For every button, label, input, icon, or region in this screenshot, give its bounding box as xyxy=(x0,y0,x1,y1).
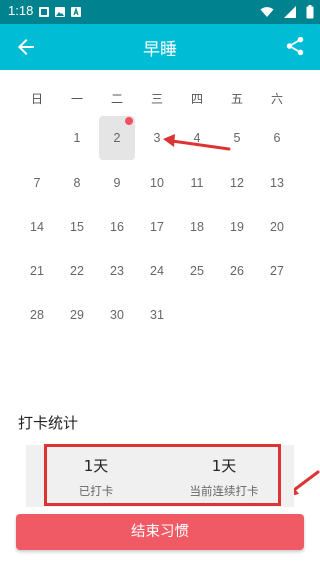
page-title: 早睡 xyxy=(143,40,177,60)
calendar-day-17[interactable]: 17 xyxy=(139,205,175,249)
text-a-icon xyxy=(71,7,81,17)
share-icon[interactable] xyxy=(284,35,306,57)
weekday-label-thu: 四 xyxy=(190,92,203,106)
weekday-label-tue: 二 xyxy=(110,92,123,106)
calendar-day-23[interactable]: 23 xyxy=(99,249,135,293)
calendar-day-11[interactable]: 11 xyxy=(179,161,215,205)
image-icon xyxy=(55,7,65,17)
calendar-day-2[interactable]: 2 xyxy=(99,116,135,160)
annotation-highlight-frame xyxy=(44,444,281,506)
calendar-day-12[interactable]: 12 xyxy=(219,161,255,205)
calendar-day-9[interactable]: 9 xyxy=(99,161,135,205)
calendar-day-10[interactable]: 10 xyxy=(139,161,175,205)
calendar-day-3[interactable]: 3 xyxy=(139,116,175,160)
weekday-label-mon: 一 xyxy=(70,92,83,106)
calendar-day-26[interactable]: 26 xyxy=(219,249,255,293)
calendar-day-15[interactable]: 15 xyxy=(59,205,95,249)
signal-icon xyxy=(283,6,296,18)
calendar-day-29[interactable]: 29 xyxy=(59,293,95,337)
end-habit-button[interactable]: 结束习惯 xyxy=(16,514,304,550)
calendar-day-31[interactable]: 31 xyxy=(139,293,175,337)
calendar-day-7[interactable]: 7 xyxy=(19,161,55,205)
wifi-icon xyxy=(260,7,274,17)
weekday-label-fri: 五 xyxy=(230,92,243,106)
weekday-label-wed: 三 xyxy=(150,92,163,106)
calendar-day-28[interactable]: 28 xyxy=(19,293,55,337)
calendar-day-25[interactable]: 25 xyxy=(179,249,215,293)
calendar-day-20[interactable]: 20 xyxy=(259,205,295,249)
calendar-day-6[interactable]: 6 xyxy=(259,116,295,160)
stats-section-title: 打卡统计 xyxy=(18,414,79,432)
status-bar: 1:18 xyxy=(0,0,320,24)
calendar-day-1[interactable]: 1 xyxy=(59,116,95,160)
battery-icon xyxy=(306,5,314,19)
calendar-day-22[interactable]: 22 xyxy=(59,249,95,293)
calendar-day-19[interactable]: 19 xyxy=(219,205,255,249)
calendar-day-4[interactable]: 4 xyxy=(179,116,215,160)
calendar-day-27[interactable]: 27 xyxy=(259,249,295,293)
calendar-day-24[interactable]: 24 xyxy=(139,249,175,293)
calendar-day-8[interactable]: 8 xyxy=(59,161,95,205)
calendar-day-16[interactable]: 16 xyxy=(99,205,135,249)
weekday-label-sat: 六 xyxy=(270,92,283,106)
calendar-day-13[interactable]: 13 xyxy=(259,161,295,205)
calendar-day-14[interactable]: 14 xyxy=(19,205,55,249)
calendar-day-18[interactable]: 18 xyxy=(179,205,215,249)
app-bar: 早睡 xyxy=(0,24,320,70)
status-time: 1:18 xyxy=(8,3,34,18)
calendar-day-5[interactable]: 5 xyxy=(219,116,255,160)
notification-icon xyxy=(39,7,49,17)
calendar-day-21[interactable]: 21 xyxy=(19,249,55,293)
calendar-day-30[interactable]: 30 xyxy=(99,293,135,337)
check-in-dot xyxy=(125,117,133,125)
weekday-label-sun: 日 xyxy=(30,92,43,106)
